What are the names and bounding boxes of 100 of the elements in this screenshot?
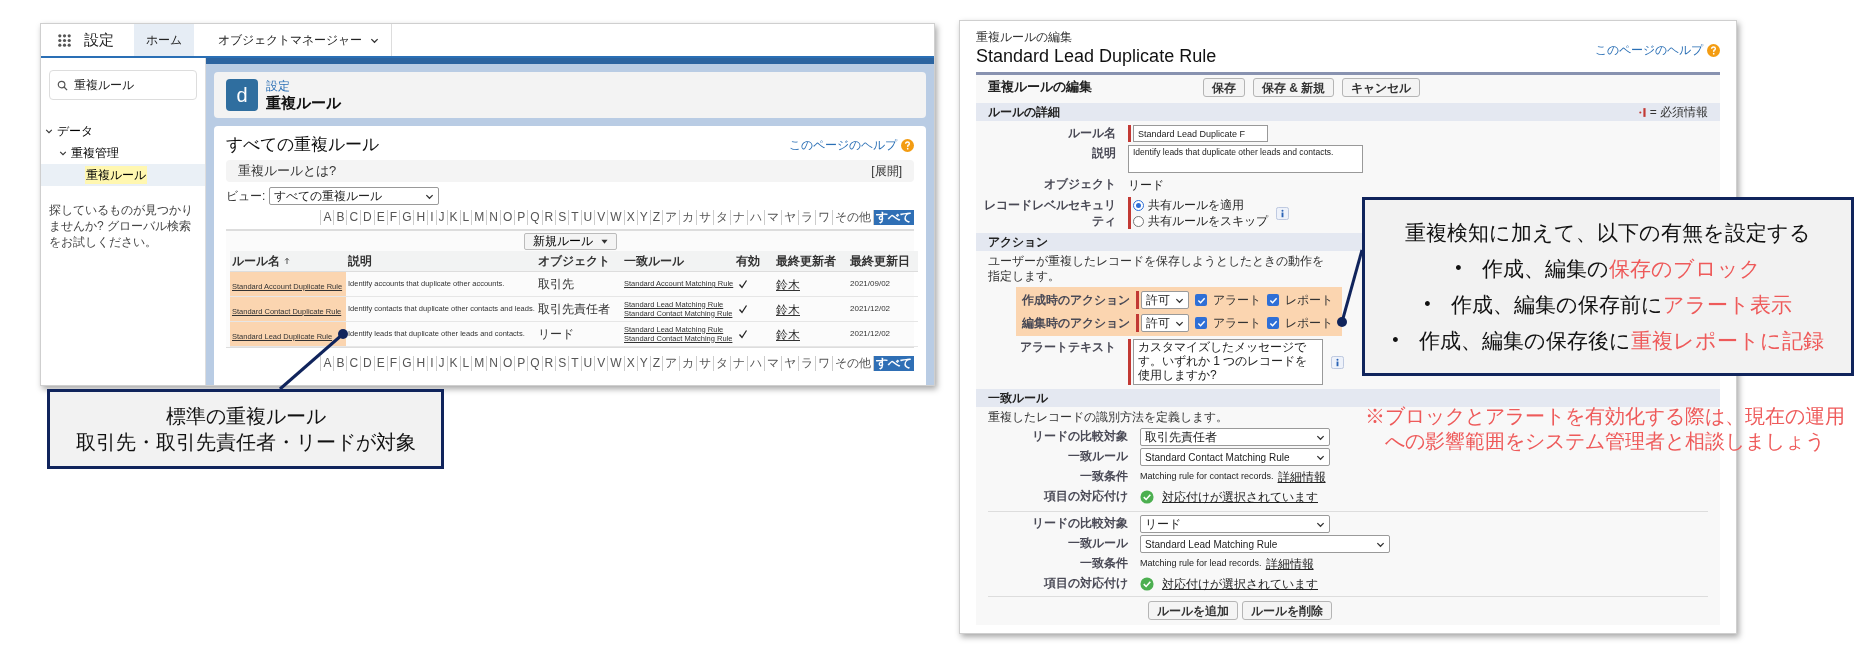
alphabet-link[interactable]: F — [386, 210, 400, 225]
alphabet-link[interactable]: R — [541, 355, 556, 371]
search-field[interactable]: 重複ルール — [49, 70, 197, 100]
info-icon[interactable] — [1276, 206, 1289, 220]
nav-tab[interactable]: ホーム — [134, 24, 194, 56]
alphabet-link[interactable]: M — [471, 355, 487, 371]
form-button[interactable]: 保存 & 新規 — [1253, 77, 1335, 97]
alphabet-link[interactable]: マ — [764, 210, 781, 225]
alphabet-link[interactable]: U — [580, 355, 595, 371]
alphabet-link[interactable]: T — [568, 355, 581, 371]
alphabet-link[interactable]: J — [435, 210, 447, 225]
alphabet-link[interactable]: タ — [713, 355, 730, 371]
alphabet-link[interactable]: カ — [679, 210, 696, 225]
user-link[interactable]: 鈴木 — [776, 327, 800, 342]
alphabet-link[interactable]: T — [568, 210, 581, 225]
alphabet-link[interactable]: サ — [696, 210, 713, 225]
select-field[interactable]: 取引先責任者 — [1140, 428, 1330, 446]
alphabet-link[interactable]: P — [514, 210, 528, 225]
alphabet-link[interactable]: K — [446, 210, 460, 225]
details-link[interactable]: 詳細情報 — [1277, 468, 1326, 486]
alphabet-link[interactable]: X — [623, 210, 637, 225]
alphabet-link[interactable]: ハ — [747, 355, 764, 371]
alphabet-link[interactable]: B — [333, 355, 347, 371]
expand-link[interactable]: [展開] — [871, 162, 902, 180]
tree-item[interactable]: データ — [41, 120, 205, 142]
rule-name-input[interactable]: Standard Lead Duplicate F — [1133, 125, 1268, 142]
description-textarea[interactable]: Identify leads that duplicate other leads and contacts. — [1128, 145, 1363, 173]
alphabet-link[interactable]: I — [427, 210, 436, 225]
column-header[interactable]: 一致ルール — [622, 251, 734, 271]
select-field[interactable]: 許可 — [1141, 314, 1189, 332]
alphabet-link[interactable]: X — [623, 355, 637, 371]
alphabet-link[interactable]: Q — [527, 355, 542, 371]
alphabet-link[interactable]: U — [580, 210, 595, 225]
alphabet-link[interactable]: ワ — [815, 355, 832, 371]
alphabet-link[interactable]: K — [446, 355, 460, 371]
alphabet-link[interactable]: P — [514, 355, 528, 371]
user-link[interactable]: 鈴木 — [776, 302, 800, 317]
new-rule-button[interactable]: 新規ルール — [523, 232, 617, 250]
select-field[interactable]: リード — [1140, 515, 1330, 533]
alphabet-link[interactable]: E — [373, 210, 387, 225]
alphabet-link[interactable]: すべて — [873, 210, 914, 225]
alphabet-link[interactable]: V — [594, 355, 608, 371]
alphabet-link[interactable]: W — [607, 355, 624, 371]
alphabet-link[interactable]: マ — [764, 355, 781, 371]
checkbox[interactable] — [1267, 294, 1279, 306]
alphabet-link[interactable]: R — [541, 210, 556, 225]
form-button[interactable]: 保存 — [1203, 77, 1245, 97]
column-header[interactable]: 有効 — [734, 251, 774, 271]
radio-button[interactable] — [1133, 215, 1144, 227]
mapping-link[interactable]: 対応付けが選択されています — [1162, 575, 1318, 593]
alphabet-link[interactable]: Z — [649, 355, 662, 371]
column-header[interactable]: オブジェクト — [536, 251, 622, 271]
alphabet-link[interactable]: M — [471, 210, 487, 225]
alphabet-link[interactable]: W — [607, 210, 624, 225]
nav-tab[interactable]: オブジェクトマネージャー — [206, 24, 392, 56]
alphabet-link[interactable]: A — [320, 210, 334, 225]
alert-textarea[interactable]: カスタマイズしたメッセージです。いずれか 1 つのレコードを使用しますか? — [1133, 339, 1323, 385]
alphabet-link[interactable]: ア — [662, 210, 679, 225]
form-button[interactable]: ルールを追加 — [1148, 601, 1238, 620]
alphabet-link[interactable]: カ — [679, 355, 696, 371]
column-header[interactable]: 説明 — [346, 251, 536, 271]
alphabet-link[interactable]: ナ — [730, 355, 747, 371]
alphabet-link[interactable]: S — [555, 210, 569, 225]
alphabet-link[interactable]: ラ — [798, 210, 815, 225]
form-button[interactable]: キャンセル — [1342, 77, 1421, 97]
alphabet-link[interactable]: A — [320, 355, 334, 371]
alphabet-link[interactable]: ラ — [798, 355, 815, 371]
alphabet-link[interactable]: C — [346, 355, 361, 371]
alphabet-link[interactable]: サ — [696, 355, 713, 371]
alphabet-link[interactable]: L — [459, 355, 472, 371]
alphabet-link[interactable]: E — [373, 355, 387, 371]
column-header[interactable]: 最終更新日 — [848, 251, 918, 271]
column-header[interactable]: ルール名 — [230, 251, 346, 271]
alphabet-link[interactable]: ナ — [730, 210, 747, 225]
details-link[interactable]: 詳細情報 — [1265, 555, 1314, 573]
alphabet-link[interactable]: B — [333, 210, 347, 225]
alphabet-link[interactable]: J — [435, 355, 447, 371]
alphabet-link[interactable]: V — [594, 210, 608, 225]
checkbox[interactable] — [1195, 294, 1207, 306]
alphabet-link[interactable]: O — [499, 210, 515, 225]
select-field[interactable]: Standard Lead Matching Rule — [1140, 535, 1390, 553]
select-field[interactable]: Standard Contact Matching Rule — [1140, 448, 1330, 466]
alphabet-link[interactable]: Y — [636, 210, 650, 225]
alphabet-link[interactable]: I — [427, 355, 436, 371]
alphabet-link[interactable]: ヤ — [781, 210, 798, 225]
alphabet-link[interactable]: すべて — [873, 355, 914, 371]
alphabet-link[interactable]: C — [346, 210, 361, 225]
tree-item[interactable]: 重複管理 — [41, 142, 205, 164]
help-link[interactable]: このページのヘルプ — [789, 136, 897, 154]
alphabet-link[interactable]: H — [413, 210, 428, 225]
alphabet-link[interactable]: L — [459, 210, 472, 225]
info-icon[interactable] — [1331, 355, 1344, 369]
breadcrumb-link[interactable]: 設定 — [266, 78, 341, 93]
alphabet-link[interactable]: G — [399, 210, 414, 225]
alphabet-link[interactable]: Y — [636, 355, 650, 371]
tree-item[interactable]: 重複ルール — [41, 164, 205, 186]
checkbox[interactable] — [1195, 317, 1207, 329]
alphabet-link[interactable]: D — [360, 355, 374, 371]
alphabet-link[interactable]: O — [499, 355, 515, 371]
alphabet-link[interactable]: Z — [649, 210, 662, 225]
